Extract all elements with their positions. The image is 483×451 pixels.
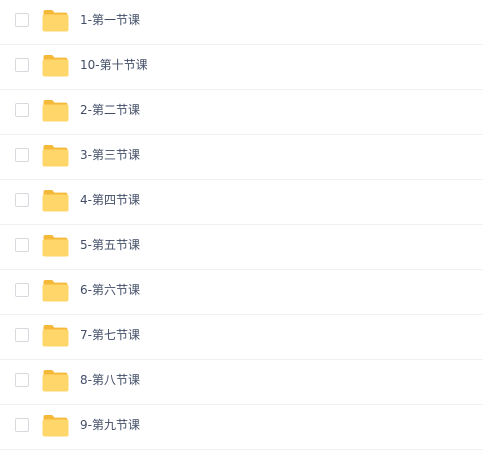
list-item[interactable]: 6-第六节课 <box>0 270 483 315</box>
list-item[interactable]: 8-第八节课 <box>0 360 483 405</box>
folder-icon <box>42 189 69 212</box>
item-name[interactable]: 6-第六节课 <box>80 282 140 298</box>
item-name[interactable]: 10-第十节课 <box>80 57 148 73</box>
item-checkbox[interactable] <box>15 328 29 342</box>
list-item[interactable]: 4-第四节课 <box>0 180 483 225</box>
file-list: 1-第一节课 10-第十节课 2-第二节课 3-第三节课 4-第四节课 5-第五… <box>0 0 483 451</box>
item-checkbox[interactable] <box>15 13 29 27</box>
item-checkbox[interactable] <box>15 418 29 432</box>
folder-icon <box>42 279 69 302</box>
list-item[interactable]: 2-第二节课 <box>0 90 483 135</box>
item-name[interactable]: 8-第八节课 <box>80 372 140 388</box>
item-checkbox[interactable] <box>15 148 29 162</box>
folder-icon <box>42 99 69 122</box>
folder-icon <box>42 54 69 77</box>
list-item[interactable]: 5-第五节课 <box>0 225 483 270</box>
folder-icon <box>42 9 69 32</box>
item-name[interactable]: 7-第七节课 <box>80 327 140 343</box>
list-item[interactable]: 1-第一节课 <box>0 0 483 45</box>
item-name[interactable]: 1-第一节课 <box>80 12 140 28</box>
item-checkbox[interactable] <box>15 238 29 252</box>
list-item[interactable]: 3-第三节课 <box>0 135 483 180</box>
folder-icon <box>42 144 69 167</box>
item-checkbox[interactable] <box>15 193 29 207</box>
folder-icon <box>42 234 69 257</box>
item-name[interactable]: 3-第三节课 <box>80 147 140 163</box>
list-item[interactable]: 7-第七节课 <box>0 315 483 360</box>
item-name[interactable]: 2-第二节课 <box>80 102 140 118</box>
folder-icon <box>42 324 69 347</box>
item-name[interactable]: 9-第九节课 <box>80 417 140 433</box>
item-name[interactable]: 5-第五节课 <box>80 237 140 253</box>
list-item[interactable]: 9-第九节课 <box>0 405 483 450</box>
folder-icon <box>42 369 69 392</box>
item-checkbox[interactable] <box>15 373 29 387</box>
item-checkbox[interactable] <box>15 58 29 72</box>
list-item[interactable]: 10-第十节课 <box>0 45 483 90</box>
folder-icon <box>42 414 69 437</box>
item-checkbox[interactable] <box>15 103 29 117</box>
item-checkbox[interactable] <box>15 283 29 297</box>
item-name[interactable]: 4-第四节课 <box>80 192 140 208</box>
